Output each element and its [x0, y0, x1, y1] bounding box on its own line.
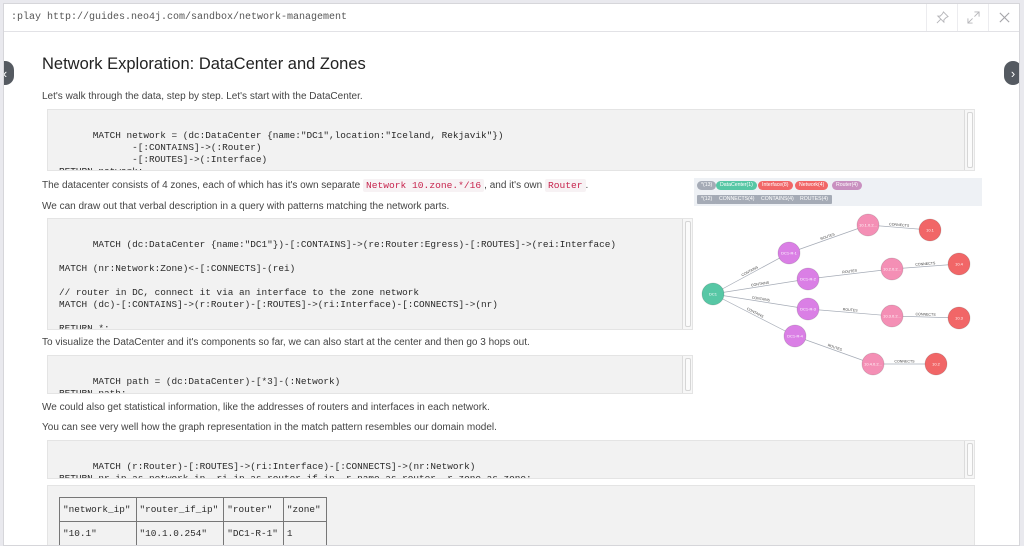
interface-node-label: 10.4.0.2...	[864, 362, 882, 367]
legend-rel-all[interactable]: *(12)	[697, 195, 717, 204]
paragraph-domain-model: You can see very well how the graph repr…	[42, 422, 497, 433]
code-text: MATCH network = (dc:DataCenter {name:"DC…	[59, 130, 504, 170]
router-node-label: DC1-R-3	[800, 307, 817, 312]
result-table: "network_ip" "router_if_ip" "router" "zo…	[59, 497, 327, 545]
graph-edge-label: CONTAINS	[746, 307, 765, 319]
network-node-label: 10.4	[955, 262, 964, 267]
legend-rel-connects[interactable]: CONNECTS(4)	[715, 195, 759, 204]
router-node-label: DC1-R-4	[787, 334, 804, 339]
legend-label-network[interactable]: Network(4)	[795, 181, 829, 190]
frame-actions	[926, 4, 1019, 31]
paragraph-description: We can draw out that verbal description …	[42, 201, 450, 212]
paragraph-statistics: We could also get statistical informatio…	[42, 402, 490, 413]
code-text: MATCH path = (dc:DataCenter)-[*3]-(:Netw…	[59, 376, 341, 394]
pin-icon	[936, 11, 949, 24]
graph-edge-label: ROUTES	[820, 232, 836, 241]
text: .	[585, 180, 589, 191]
close-button[interactable]	[988, 4, 1019, 31]
table-row: "10.1" "10.1.0.254" "DC1-R-1" 1	[59, 521, 327, 545]
inline-code-router: Router	[544, 179, 586, 192]
code-block-stats[interactable]: MATCH (r:Router)-[:ROUTES]->(ri:Interfac…	[47, 440, 975, 479]
result-table-wrapper: "network_ip" "router_if_ip" "router" "zo…	[47, 485, 975, 545]
table-cell: "DC1-R-1"	[223, 521, 284, 545]
network-node-label: 10.3	[955, 316, 964, 321]
interface-node-label: 10.1.0.2...	[859, 223, 877, 228]
graph-edge-label: ROUTES	[827, 343, 843, 352]
expand-icon	[966, 11, 980, 24]
previous-slide-button[interactable]: ‹	[3, 61, 14, 85]
fullscreen-button[interactable]	[957, 4, 988, 31]
table-cell: 1	[282, 521, 327, 545]
table-header: "router_if_ip"	[135, 497, 225, 522]
chevron-left-icon: ‹	[3, 65, 8, 81]
code-text: MATCH (r:Router)-[:ROUTES]->(ri:Interfac…	[59, 461, 532, 479]
pin-button[interactable]	[926, 4, 957, 31]
code-block-patterns[interactable]: MATCH (dc:DataCenter {name:"DC1"})-[:CON…	[47, 218, 693, 330]
router-node-label: DC1-R-1	[781, 251, 798, 256]
table-header-row: "network_ip" "router_if_ip" "router" "zo…	[59, 497, 327, 522]
table-header: "zone"	[282, 497, 327, 522]
chevron-right-icon: ›	[1010, 65, 1016, 81]
paragraph-intro: Let's walk through the data, step by ste…	[42, 91, 363, 102]
table-cell: "10.1.0.254"	[135, 521, 225, 545]
graph-edge	[788, 224, 869, 254]
legend-label-all[interactable]: *(13)	[697, 181, 717, 190]
slide-title: Network Exploration: DataCenter and Zone…	[42, 55, 366, 73]
graph-edge	[794, 335, 874, 365]
code-text: MATCH (dc:DataCenter {name:"DC1"})-[:CON…	[59, 239, 616, 330]
table-header: "network_ip"	[59, 497, 137, 522]
command-bar: :play http://guides.neo4j.com/sandbox/ne…	[4, 4, 1019, 32]
text: The datacenter consists of 4 zones, each…	[42, 180, 363, 191]
graph-canvas[interactable]: CONTAINSCONTAINSCONTAINSCONTAINSROUTESRO…	[694, 206, 982, 376]
legend-rel-routes[interactable]: ROUTES(4)	[796, 195, 832, 204]
graph-edge-label: CONTAINS	[741, 265, 760, 277]
guide-slide: Network Exploration: DataCenter and Zone…	[42, 32, 982, 545]
next-slide-button[interactable]: ›	[1004, 61, 1019, 85]
table-header: "router"	[223, 497, 284, 522]
table-cell: "10.1"	[59, 521, 137, 545]
scrollbar[interactable]	[682, 219, 692, 329]
datacenter-node-label: DC1	[709, 292, 718, 297]
scrollbar[interactable]	[682, 356, 692, 393]
legend-rel-contains[interactable]: CONTAINS(4)	[757, 195, 798, 204]
network-node-label: 10.2	[932, 362, 941, 367]
scrollbar[interactable]	[964, 110, 974, 170]
graph-visualization[interactable]: *(13) DataCenter(1) Interface(8) Network…	[694, 178, 982, 376]
graph-legend: *(13) DataCenter(1) Interface(8) Network…	[694, 178, 982, 206]
code-block-path[interactable]: MATCH path = (dc:DataCenter)-[*3]-(:Netw…	[47, 355, 693, 394]
text: , and it's own	[484, 180, 545, 191]
guide-frame: :play http://guides.neo4j.com/sandbox/ne…	[3, 3, 1020, 546]
close-icon	[998, 12, 1010, 23]
interface-node-label: 10.2.0.2...	[883, 267, 901, 272]
interface-node-label: 10.3.0.2...	[883, 314, 901, 319]
legend-label-datacenter[interactable]: DataCenter(1)	[716, 181, 757, 190]
graph-edge-label: CONNECTS	[915, 312, 936, 317]
paragraph-visualize: To visualize the DataCenter and it's com…	[42, 337, 530, 348]
network-node-label: 10.1	[926, 228, 935, 233]
inline-code-network: Network 10.zone.*/16	[362, 179, 485, 192]
legend-label-router[interactable]: Router(4)	[832, 181, 862, 190]
router-node-label: DC1-R-2	[800, 277, 817, 282]
command-text[interactable]: :play http://guides.neo4j.com/sandbox/ne…	[11, 12, 347, 23]
graph-edge-label: CONNECTS	[894, 360, 915, 364]
paragraph-datacenter: The datacenter consists of 4 zones, each…	[42, 179, 589, 192]
code-block-network[interactable]: MATCH network = (dc:DataCenter {name:"DC…	[47, 109, 975, 171]
scrollbar[interactable]	[964, 441, 974, 478]
legend-label-interface[interactable]: Interface(8)	[758, 181, 793, 190]
